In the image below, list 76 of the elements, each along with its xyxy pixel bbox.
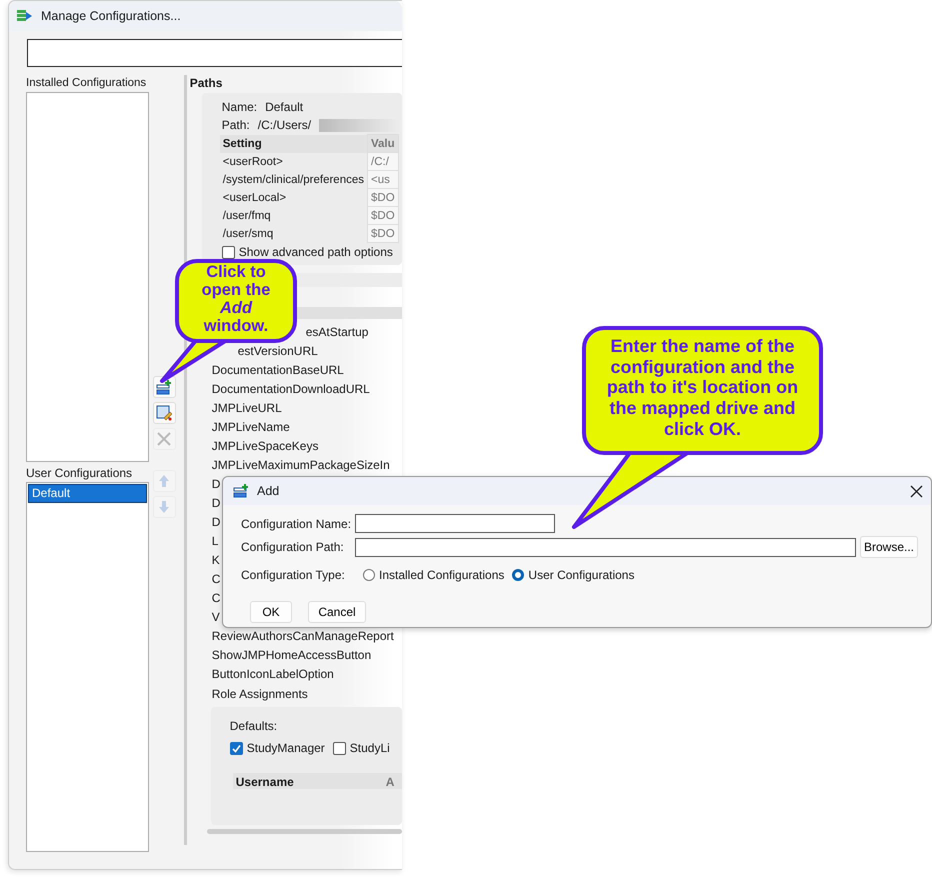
defaults-label: Defaults: xyxy=(230,718,278,735)
value-cell[interactable]: $DO xyxy=(368,224,398,242)
setting-name: C xyxy=(212,571,220,588)
setting-name: ReviewAuthorsCanManageReport xyxy=(212,628,394,645)
table-cell: /user/fmq xyxy=(220,206,368,224)
up-arrow-icon xyxy=(158,474,170,488)
setting-name: D xyxy=(212,514,220,531)
table-cell: <userRoot> xyxy=(220,152,368,170)
list-item[interactable]: Default xyxy=(28,484,147,503)
field-label: Configuration Name: xyxy=(241,516,352,532)
column-header: Valu xyxy=(368,134,398,152)
setting-name: estVersionURL xyxy=(238,343,318,360)
app-icon xyxy=(17,9,33,23)
checkbox[interactable] xyxy=(222,246,235,258)
setting-name: JMPLiveURL xyxy=(212,400,282,417)
value-cell[interactable]: $DO xyxy=(368,188,398,206)
down-arrow-icon xyxy=(158,500,170,514)
column-header: Username xyxy=(234,774,295,789)
column-header: Setting xyxy=(220,134,368,152)
radio-label: User Configurations xyxy=(528,567,634,584)
list-label: Installed Configurations xyxy=(26,76,148,91)
field-label: Path: xyxy=(222,117,250,134)
radio-label: Installed Configurations xyxy=(379,567,504,584)
browse-button[interactable]: Browse... xyxy=(860,536,918,558)
edit-button[interactable] xyxy=(152,402,176,424)
user-configurations-list[interactable]: Default xyxy=(26,482,149,852)
setting-name: DocumentationDownloadURL xyxy=(212,381,370,398)
window-title: Manage Configurations... xyxy=(41,8,181,25)
setting-name: D xyxy=(212,495,220,512)
radio-button[interactable] xyxy=(512,569,524,581)
table-cell: /user/smq xyxy=(220,224,368,242)
add-icon xyxy=(156,380,172,394)
field-label: Configuration Path: xyxy=(241,539,345,556)
checkbox[interactable] xyxy=(230,742,243,754)
cancel-button[interactable]: Cancel xyxy=(308,601,366,623)
setting-name: ShowJMPHomeAccessButton xyxy=(212,647,372,664)
configuration-path: /C:/Users/ xyxy=(258,117,312,134)
setting-name: V xyxy=(212,609,220,626)
value-cell[interactable]: /C:/ xyxy=(368,152,398,170)
text-field[interactable] xyxy=(27,39,402,67)
setting-name: ButtonIconLabelOption xyxy=(212,666,334,683)
field-label: Configuration Type: xyxy=(241,567,346,584)
section-title: Role Assignments xyxy=(210,686,309,703)
radio-button[interactable] xyxy=(363,569,375,581)
dialog-title: Add xyxy=(257,482,280,500)
add-button[interactable] xyxy=(152,376,176,398)
table-cell: /system/clinical/preferences xyxy=(220,170,368,188)
checkbox[interactable] xyxy=(332,742,346,754)
setting-name: C xyxy=(212,590,220,607)
checkbox-label: Show advanced path options xyxy=(238,244,393,261)
setting-name: JMPLiveSpaceKeys xyxy=(212,438,318,455)
edit-icon xyxy=(156,405,172,421)
value-cell[interactable]: $DO xyxy=(368,206,398,224)
list-label: User Configurations xyxy=(26,465,134,482)
setting-name: esAtStartup xyxy=(306,324,368,341)
value-cell[interactable]: <us xyxy=(368,170,398,188)
ok-button[interactable]: OK xyxy=(250,601,292,623)
field-label: Name: xyxy=(222,99,258,116)
configuration-path-field[interactable] xyxy=(355,538,856,556)
checkbox-label: StudyManager xyxy=(246,740,325,757)
setting-name: DocumentationBaseURL xyxy=(212,362,344,379)
column-header: A xyxy=(384,774,394,789)
table-cell: <userLocal> xyxy=(220,188,368,206)
horizontal-scrollbar[interactable] xyxy=(206,829,402,834)
configuration-name-field[interactable] xyxy=(355,514,555,533)
close-icon[interactable] xyxy=(910,484,923,498)
section-title: Paths xyxy=(190,75,224,91)
add-list-icon xyxy=(233,483,249,499)
checkbox-label: StudyLi xyxy=(350,740,390,757)
setting-name: D xyxy=(212,476,220,493)
setting-name: JMPLiveMaximumPackageSizeIn xyxy=(212,457,390,474)
configuration-name: Default xyxy=(265,99,304,116)
setting-name: K xyxy=(212,552,220,569)
setting-name: L xyxy=(212,533,218,550)
delete-icon xyxy=(157,432,172,446)
setting-name: JMPLiveName xyxy=(212,419,290,436)
